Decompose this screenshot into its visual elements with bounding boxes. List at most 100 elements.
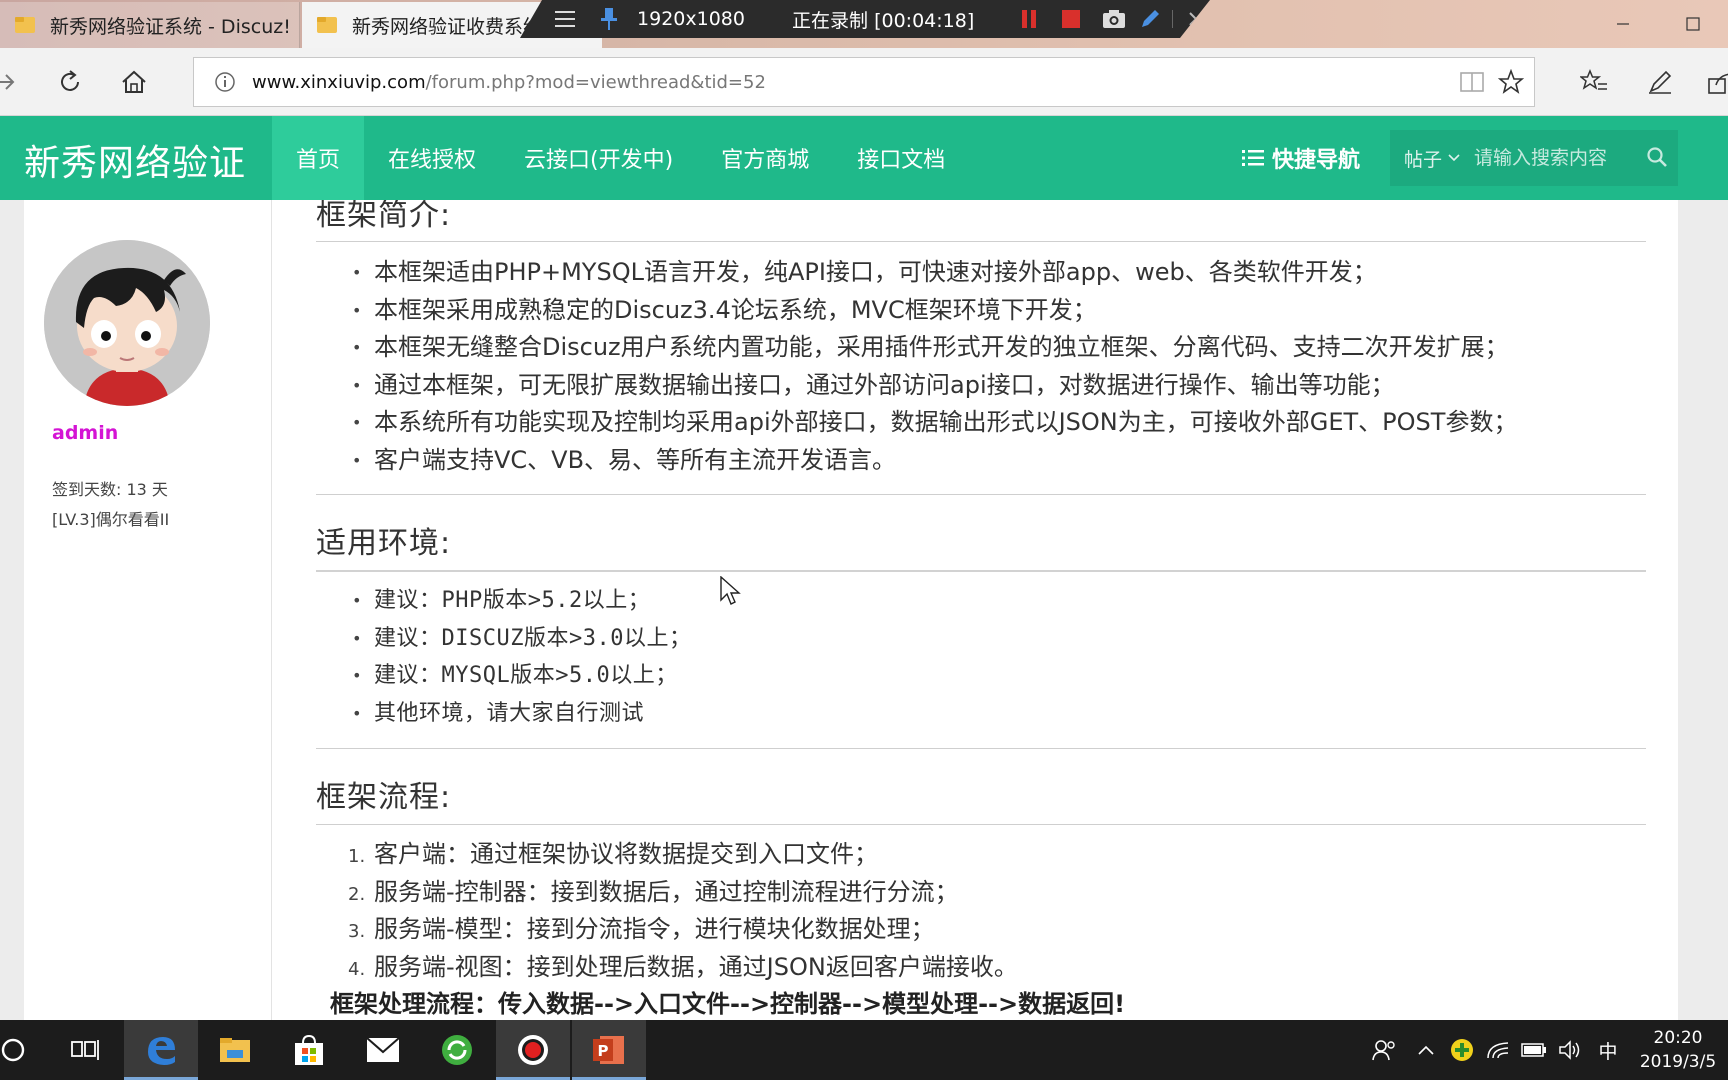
stop-button[interactable]: [1050, 0, 1093, 38]
section-divider: [316, 241, 1646, 242]
address-bar[interactable]: www.xinxiuvip.com/forum.php?mod=viewthre…: [193, 57, 1535, 107]
search-input[interactable]: [1474, 147, 1625, 169]
folder-icon: [15, 17, 35, 33]
favorite-star-icon[interactable]: [1498, 69, 1524, 95]
screenshot-button[interactable]: [1093, 0, 1136, 38]
pause-button[interactable]: [1007, 0, 1050, 38]
search-type-select[interactable]: 帖子: [1390, 145, 1474, 172]
nav-item-home[interactable]: 首页: [272, 116, 365, 200]
people-icon[interactable]: [1360, 1020, 1408, 1080]
nav-item-cloud-api[interactable]: 云接口(开发中): [500, 116, 697, 200]
taskbar-powerpoint[interactable]: P: [572, 1020, 646, 1080]
list-item: 建议：PHP版本>5.2以上；: [352, 582, 691, 620]
svg-text:P: P: [598, 1042, 609, 1060]
clock-date: 2019/3/5: [1639, 1052, 1717, 1072]
search-icon[interactable]: [1646, 146, 1668, 168]
volume-icon[interactable]: [1552, 1020, 1588, 1080]
task-view-button[interactable]: [48, 1020, 122, 1080]
draw-button[interactable]: [1135, 0, 1164, 38]
taskbar-mail[interactable]: [346, 1020, 420, 1080]
refresh-icon: [61, 70, 79, 91]
menu-icon[interactable]: [536, 0, 594, 38]
intro-list: 本框架适由PHP+MYSQL语言开发，纯API接口，可快速对接外部app、web…: [352, 254, 1517, 479]
search-box: 帖子: [1390, 130, 1678, 186]
refresh-button[interactable]: [50, 62, 90, 102]
list-item: 建议：MYSQL版本>5.0以上；: [352, 657, 691, 695]
section-title-environment: 适用环境:: [316, 526, 452, 561]
site-logo[interactable]: 新秀网络验证: [24, 134, 246, 186]
cortana-circle-icon: [1, 1038, 25, 1062]
section-title-flow: 框架流程:: [316, 780, 452, 815]
chevron-down-icon: [1448, 154, 1460, 162]
taskbar-update-app[interactable]: [420, 1020, 494, 1080]
checkin-days: 签到天数: 13 天: [52, 480, 168, 499]
section-divider: [316, 824, 1646, 825]
window-controls: [1588, 0, 1728, 48]
ime-indicator[interactable]: 中: [1588, 1020, 1628, 1080]
section-divider: [316, 494, 1646, 495]
user-level[interactable]: [LV.3]偶尔看看II: [52, 506, 169, 530]
quick-nav-button[interactable]: 快捷导航: [1242, 116, 1360, 200]
battery-icon[interactable]: [1516, 1020, 1552, 1080]
pin-icon[interactable]: [594, 0, 623, 38]
thread-page: admin 签到天数: 13 天 [LV.3]偶尔看看II 框架简介: 本框架适…: [24, 200, 1678, 1020]
taskbar-edge[interactable]: [124, 1020, 198, 1080]
cortana-button[interactable]: [0, 1020, 50, 1080]
pause-icon: [1021, 9, 1037, 29]
pen-icon: [1649, 70, 1672, 94]
security-plus-icon[interactable]: [1444, 1020, 1480, 1080]
list-item: 2. 服务端-控制器：接到数据后，通过控制流程进行分流；: [348, 877, 959, 906]
list-item: 建议：DISCUZ版本>3.0以上；: [352, 620, 691, 658]
avatar[interactable]: [44, 240, 210, 406]
list-item: 其他环境，请大家自行测试: [352, 695, 691, 733]
section-title-intro: 框架简介:: [316, 200, 452, 233]
favorites-hub-button[interactable]: [1574, 62, 1614, 102]
list-item: 通过本框架，可无限扩展数据输出接口，通过外部访问api接口，对数据进行操作、输出…: [352, 367, 1517, 405]
wifi-icon[interactable]: [1480, 1020, 1516, 1080]
nav-item-store[interactable]: 官方商城: [697, 116, 833, 200]
list-item: 本系统所有功能实现及控制均采用api外部接口，数据输出形式以JSON为主，可接收…: [352, 404, 1517, 442]
list-item: 1. 客户端：通过框架协议将数据提交到入口文件；: [348, 840, 878, 868]
folder-icon: [317, 17, 337, 33]
list-icon: [1242, 150, 1264, 166]
author-username[interactable]: admin: [52, 422, 118, 444]
list-item: 本框架无缝整合Discuz用户系统内置功能，采用插件形式开发的独立框架、分离代码…: [352, 329, 1517, 367]
taskbar-file-explorer[interactable]: [198, 1020, 272, 1080]
recording-status: 正在录制 [00:04:18]: [792, 9, 975, 32]
author-sidebar: admin 签到天数: 13 天 [LV.3]偶尔看看II: [24, 200, 272, 1020]
reading-view-icon[interactable]: [1460, 71, 1484, 93]
minimize-button[interactable]: [1588, 0, 1658, 48]
list-item: 客户端支持VC、VB、易、等所有主流开发语言。: [352, 442, 1517, 480]
back-button[interactable]: [0, 62, 26, 102]
system-clock[interactable]: 20:20 2019/3/5: [1628, 1026, 1728, 1074]
nav-item-api-docs[interactable]: 接口文档: [833, 116, 969, 200]
edge-browser-icon: [148, 1037, 175, 1065]
flow-list: 1. 客户端：通过框架协议将数据提交到入口文件； 2. 服务端-控制器：接到数据后，…: [348, 836, 1018, 986]
windows-taskbar: P 中 20:20 2019/3/5: [0, 1020, 1728, 1080]
web-note-button[interactable]: [1640, 62, 1680, 102]
maximize-icon: [1686, 17, 1700, 31]
cartoon-boy-avatar-icon: [44, 240, 210, 406]
share-icon: [1708, 73, 1728, 94]
share-button[interactable]: [1700, 62, 1728, 102]
record-icon: [518, 1035, 548, 1065]
flow-summary: 框架处理流程：传入数据-->入口文件-->控制器-->模型处理-->数据返回!: [330, 990, 1126, 1018]
home-button[interactable]: [114, 62, 154, 102]
recording-resolution: 1920x1080: [637, 8, 745, 30]
stop-icon: [1061, 9, 1081, 29]
screen-recorder-toolbar: 1920x1080 正在录制 [00:04:18]: [520, 0, 1210, 38]
chevron-up-icon[interactable]: [1408, 1020, 1444, 1080]
tab-title: 新秀网络验证收费系统: [352, 15, 543, 38]
taskbar-screen-recorder[interactable]: [496, 1020, 570, 1080]
maximize-button[interactable]: [1658, 0, 1728, 48]
nav-item-online-auth[interactable]: 在线授权: [364, 116, 500, 200]
list-item: 4. 服务端-视图：接到处理后数据，通过JSON返回客户端接收。: [348, 952, 1018, 981]
info-icon: [215, 72, 235, 92]
taskbar-store[interactable]: [272, 1020, 346, 1080]
quick-nav-label: 快捷导航: [1272, 148, 1361, 173]
browser-navigation-bar: www.xinxiuvip.com/forum.php?mod=viewthre…: [0, 48, 1728, 116]
list-item: 本框架采用成熟稳定的Discuz3.4论坛系统，MVC框架环境下开发；: [352, 292, 1517, 330]
list-item: 3. 服务端-模型：接到分流指令，进行模块化数据处理；: [348, 915, 935, 943]
list-item: 本框架适由PHP+MYSQL语言开发，纯API接口，可快速对接外部app、web…: [352, 254, 1517, 292]
browser-tab-1[interactable]: 新秀网络验证系统 - Discuz!: [0, 2, 300, 48]
